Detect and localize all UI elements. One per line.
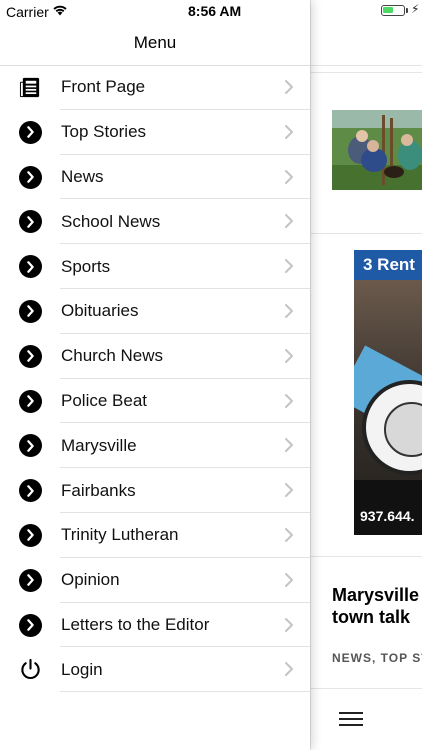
chevron-circle-icon [19,255,42,279]
headline-line-1: Marysville [332,585,420,605]
menu-item-label: Top Stories [61,122,147,142]
newspaper-icon [19,76,42,99]
chevron-right-icon [284,527,294,543]
carrier-label: Carrier [6,4,49,20]
menu-item-letters-to-the-editor[interactable]: Letters to the Editor [0,603,310,648]
menu-item-trinity-lutheran[interactable]: Trinity Lutheran [0,513,310,558]
menu-item-label: Police Beat [61,390,147,410]
menu-item-label: Church News [61,346,164,366]
menu-item-opinion[interactable]: Opinion [0,558,310,603]
menu-item-marysville[interactable]: Marysville [0,423,310,468]
menu-item-label: News [61,166,104,186]
advertisement-banner[interactable]: 3 Rent 937.644. [354,250,422,535]
divider [311,65,422,66]
chevron-circle-icon [19,613,42,637]
menu-title: Menu [133,33,177,52]
ad-headline: 3 Rent [354,250,422,280]
chevron-circle-icon [19,344,42,368]
menu-item-label: Letters to the Editor [61,614,210,634]
chevron-right-icon [284,303,294,319]
chevron-right-icon [284,213,294,229]
menu-item-top-stories[interactable]: Top Stories [0,110,310,155]
menu-item-label: School News [61,211,161,231]
side-menu-drawer: Carrier 8:56 AM Menu Front Page Top Stori… [0,0,310,750]
hamburger-menu-icon[interactable] [339,712,363,726]
status-bar: Carrier 8:56 AM [0,0,310,22]
menu-item-sports[interactable]: Sports [0,244,310,289]
divider [311,688,422,689]
chevron-circle-icon [19,434,42,458]
chevron-right-icon [284,661,294,677]
chevron-circle-icon [19,120,42,144]
menu-item-label: Front Page [61,77,146,97]
chevron-circle-icon [19,523,42,547]
chevron-circle-icon [19,299,42,323]
chevron-circle-icon [19,389,42,413]
chevron-circle-icon [19,210,42,234]
chevron-right-icon [284,348,294,364]
article-tags[interactable]: NEWS, TOP STORIES [332,651,422,665]
chevron-right-icon [284,572,294,588]
menu-item-label: Sports [61,256,111,276]
chevron-circle-icon [19,568,42,592]
menu-item-obituaries[interactable]: Obituaries [0,289,310,334]
menu-item-label: Login [61,659,103,679]
main-content: ⚡ 3 Rent 937.644. Marysville town talk N… [310,0,422,750]
chevron-circle-icon [19,479,42,503]
chevron-right-icon [284,258,294,274]
menu-item-label: Opinion [61,570,120,590]
chevron-right-icon [284,124,294,140]
power-icon [19,658,42,681]
chevron-right-icon [284,169,294,185]
headline-line-2: town talk [332,607,411,627]
menu-item-school-news[interactable]: School News [0,199,310,244]
chevron-circle-icon [19,165,42,189]
menu-item-login[interactable]: Login [0,647,310,692]
chevron-right-icon [284,393,294,409]
menu-item-fairbanks[interactable]: Fairbanks [0,468,310,513]
chevron-right-icon [284,437,294,453]
battery-tip [406,8,408,13]
article-headline[interactable]: Marysville town talk [332,584,422,628]
wifi-icon [53,5,67,16]
divider [311,233,422,234]
menu-item-label: Fairbanks [61,480,136,500]
ad-phone-number: 937.644. [360,508,415,524]
menu-item-front-page[interactable]: Front Page [0,65,310,110]
article-photo[interactable] [332,110,422,190]
menu-item-label: Trinity Lutheran [61,525,179,545]
chevron-right-icon [284,79,294,95]
chevron-right-icon [284,482,294,498]
menu-item-label: Marysville [61,435,137,455]
status-time: 8:56 AM [188,3,242,19]
menu-list: Front Page Top Stories News School News Spor… [0,65,310,692]
battery-icon [381,5,405,16]
divider [311,556,422,557]
charging-bolt-icon: ⚡ [411,2,420,16]
chevron-right-icon [284,617,294,633]
menu-item-news[interactable]: News [0,155,310,200]
status-bar-right: ⚡ [311,0,422,20]
menu-item-church-news[interactable]: Church News [0,334,310,379]
menu-item-police-beat[interactable]: Police Beat [0,379,310,424]
divider [311,72,422,73]
menu-item-label: Obituaries [61,301,139,321]
